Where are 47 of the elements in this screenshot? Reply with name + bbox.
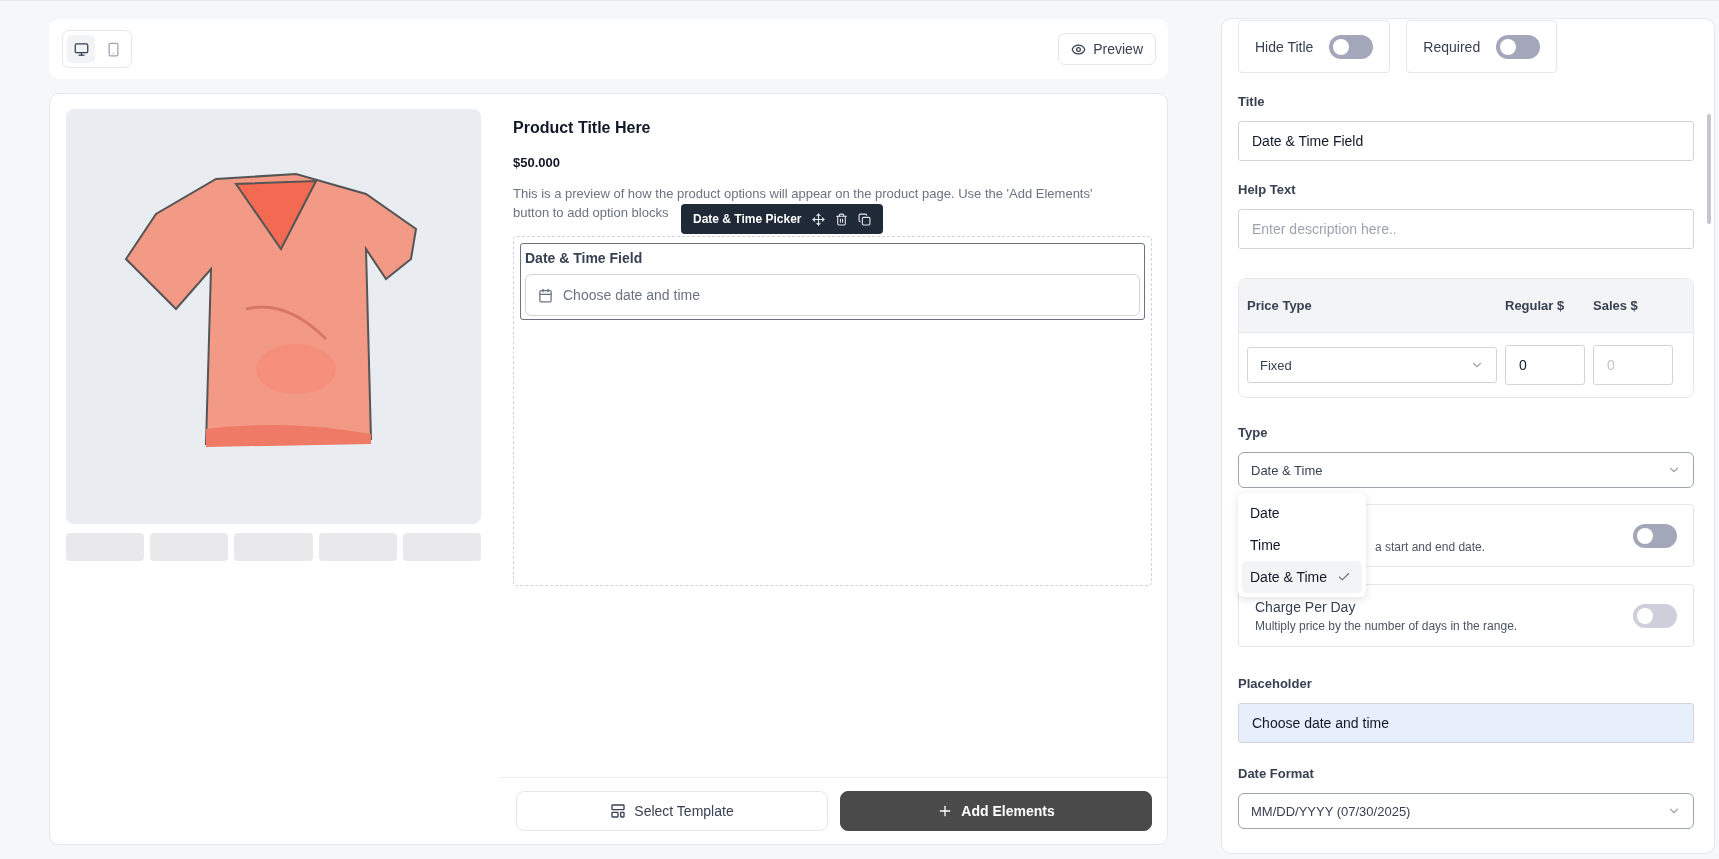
- toggle-switch[interactable]: [1496, 34, 1541, 59]
- element-label: Date & Time Picker: [693, 212, 802, 226]
- eye-icon: [1071, 41, 1087, 57]
- calendar-icon: [538, 287, 553, 303]
- field-title: Date & Time Field: [525, 250, 644, 266]
- field-label: Help Text: [1238, 182, 1297, 197]
- menu-option[interactable]: Time: [1242, 529, 1362, 561]
- placeholder-input[interactable]: Choose date and time: [1238, 703, 1694, 743]
- trash-icon[interactable]: [834, 212, 848, 226]
- option-description: Multiply price by the number of days in the range.: [1255, 618, 1518, 633]
- description-line: This is a preview of how the product options will appear on the product page. Use the 'Add Elements': [513, 185, 1093, 203]
- template-icon: [610, 803, 627, 819]
- toggle-switch[interactable]: [1329, 34, 1374, 59]
- column-header: Price Type: [1247, 298, 1313, 313]
- date-format-select[interactable]: MM/DD/YYYY (07/30/2025): [1238, 793, 1694, 829]
- copy-icon[interactable]: [857, 212, 871, 226]
- toggle-label: Required: [1423, 38, 1481, 55]
- description-line: button to add option blocks: [513, 204, 669, 222]
- preview-button[interactable]: Preview: [1058, 33, 1156, 65]
- field-label: Type: [1238, 425, 1269, 440]
- date-time-input[interactable]: Choose date and time: [525, 274, 1140, 316]
- add-elements-button[interactable]: Add Elements: [840, 791, 1152, 831]
- monitor-icon: [73, 41, 89, 57]
- title-input[interactable]: Date & Time Field: [1238, 121, 1694, 161]
- field-block[interactable]: Date & Time Field Choose date and time: [520, 243, 1145, 320]
- menu-option[interactable]: Date: [1242, 497, 1362, 529]
- check-icon: [1337, 570, 1352, 584]
- field-label: Title: [1238, 94, 1266, 109]
- field-label: Date Format: [1238, 766, 1315, 781]
- field-label: Placeholder: [1238, 676, 1313, 691]
- device-button[interactable]: [67, 35, 95, 63]
- price-type-select[interactable]: Fixed: [1247, 347, 1497, 383]
- toggle-switch[interactable]: [1633, 523, 1677, 548]
- column-header: Regular $: [1505, 298, 1566, 313]
- regular-price-input[interactable]: 0: [1505, 345, 1585, 385]
- option-title: Charge Per Day: [1255, 598, 1357, 615]
- type-select[interactable]: Date & Time: [1238, 452, 1694, 488]
- phone-icon: [105, 41, 121, 57]
- product-price: $50.000: [513, 155, 561, 170]
- move-icon[interactable]: [811, 212, 825, 226]
- product-title: Product Title Here: [513, 119, 652, 137]
- scrollbar[interactable]: [1707, 114, 1711, 224]
- select-template-button[interactable]: Select Template: [516, 791, 828, 831]
- column-header: Sales $: [1593, 298, 1639, 313]
- menu-option[interactable]: Date & Time: [1242, 561, 1362, 593]
- toggle-label: Hide Title: [1255, 38, 1314, 55]
- option-description: a start and end date.: [1375, 539, 1486, 554]
